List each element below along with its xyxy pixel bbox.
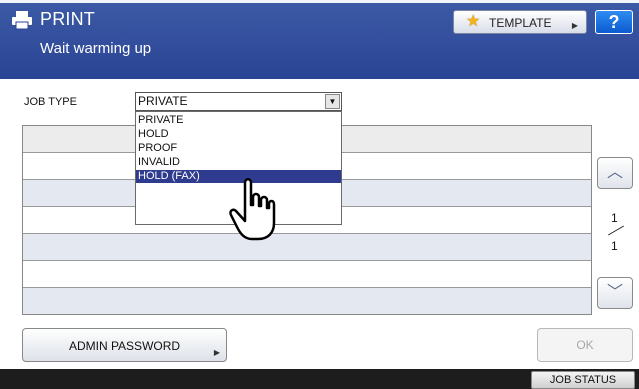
help-button[interactable]: ? [595,10,633,34]
scroll-down-button[interactable]: ﹀ [597,277,633,309]
table-row[interactable] [23,288,591,314]
job-status-button[interactable]: JOB STATUS [531,371,635,389]
hand-pointer-icon [229,178,276,241]
dropdown-option-private[interactable]: PRIVATE [136,114,341,127]
admin-password-button[interactable]: ADMIN PASSWORD ▶ [22,328,227,362]
admin-password-label: ADMIN PASSWORD [68,339,181,353]
page-divider [607,225,625,236]
status-message: Wait warming up [40,40,152,57]
dropdown-option-invalid[interactable]: INVALID [136,156,341,169]
scroll-up-button[interactable]: ︿ [597,157,633,189]
job-type-selected-value: PRIVATE [138,94,188,108]
page-current: 1 [611,211,618,225]
dropdown-option-proof[interactable]: PROOF [136,142,341,155]
corner-arrow-icon: ▶ [571,21,578,30]
table-row[interactable] [23,261,591,288]
page-indicator: 1 1 [606,211,626,255]
template-button[interactable]: ★ TEMPLATE ▶ [453,10,587,34]
printer-icon [12,11,32,30]
title-bar: PRINT Wait warming up ★ TEMPLATE ▶ ? [0,0,639,79]
chevron-down-icon[interactable]: ▼ [325,94,340,109]
star-icon: ★ [466,13,481,30]
page-title: PRINT [40,9,95,29]
page-total: 1 [611,239,618,253]
table-row[interactable] [23,234,591,261]
corner-arrow-icon: ▶ [213,348,220,357]
dropdown-option-hold[interactable]: HOLD [136,128,341,141]
ok-button[interactable]: OK [537,328,633,362]
job-type-label: JOB TYPE [24,96,77,108]
chevron-down-icon: ﹀ [606,284,623,301]
template-button-label: TEMPLATE [489,16,552,30]
chevron-up-icon: ︿ [606,164,623,181]
title-bar-highlight [0,0,639,3]
job-type-select[interactable]: PRIVATE ▼ [135,92,342,111]
